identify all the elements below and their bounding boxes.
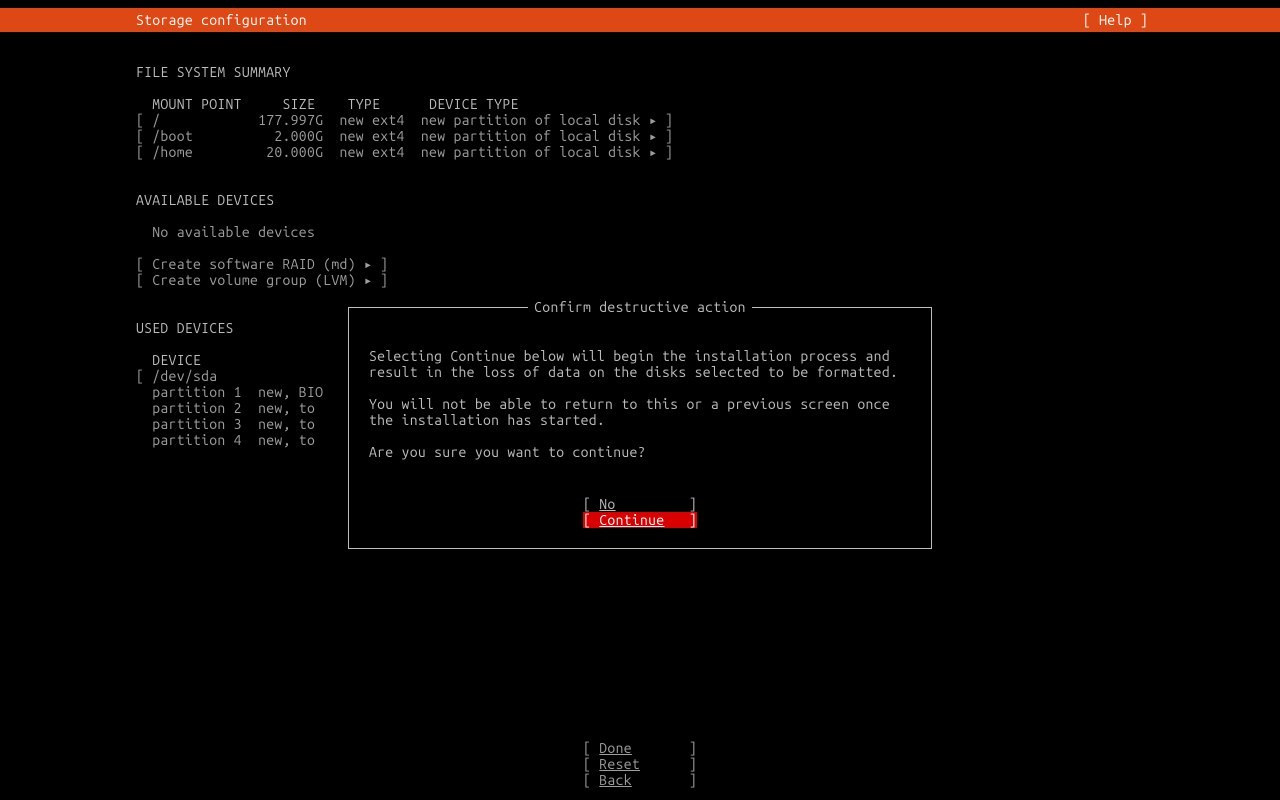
fs-size: 2.000G [274,128,323,144]
dialog-actions: [ No ] [ Continue ] [349,496,931,548]
file-system-summary-heading: FILE SYSTEM SUMMARY [136,64,291,80]
fs-type: new ext4 [340,112,405,128]
page-title: Storage configuration [0,8,307,32]
dialog-text-1: Selecting Continue below will begin the … [369,348,898,380]
back-button[interactable]: [ Back ] [0,772,1280,788]
fs-device: new partition of local disk [421,128,641,144]
continue-button[interactable]: [ Continue ] [349,512,931,528]
col-type: TYPE [348,96,381,112]
col-size: SIZE [283,96,316,112]
fs-row[interactable]: [ / 177.997G new ext4 new partition of l… [136,112,673,128]
used-device-name: /dev/sda [152,368,217,384]
dialog-title: Confirm destructive action [528,299,752,315]
chevron-right-icon: ▸ [364,272,372,288]
footer-actions: [ Done ] [ Reset ] [ Back ] [0,740,1280,788]
used-partition-row[interactable]: partition 3 new, to [152,416,315,432]
no-available-devices: No available devices [152,224,315,240]
no-button-label: No [599,496,615,512]
chevron-right-icon: ▸ [649,144,657,160]
installer-screen: Storage configuration [ Help ] FILE SYST… [0,0,1280,800]
dialog-title-wrap: Confirm destructive action [349,299,931,315]
help-button[interactable]: [ Help ] [1083,8,1280,32]
fs-type: new ext4 [340,128,405,144]
dialog-text-3: Are you sure you want to continue? [369,444,646,460]
reset-button[interactable]: [ Reset ] [0,756,1280,772]
col-device: DEVICE TYPE [429,96,519,112]
dialog-body: Selecting Continue below will begin the … [349,308,931,496]
fs-mount: /boot [152,128,193,144]
continue-button-label: Continue [599,512,664,528]
used-devices-heading: USED DEVICES [136,320,234,336]
done-button-label: Done [599,740,632,756]
done-button[interactable]: [ Done ] [0,740,1280,756]
fs-row[interactable]: [ /home 20.000G new ext4 new partition o… [136,144,673,160]
create-lvm-button[interactable]: [ Create volume group (LVM) ▸ ] [136,272,388,288]
used-partition-row[interactable]: partition 2 new, to [152,400,315,416]
dialog-text-2: You will not be able to return to this o… [369,396,898,428]
fs-size: 20.000G [266,144,323,160]
back-button-label: Back [599,772,632,788]
col-mount: MOUNT POINT [152,96,242,112]
col-device-used: DEVICE [152,352,201,368]
create-raid-button[interactable]: [ Create software RAID (md) ▸ ] [136,256,388,272]
confirm-dialog: Confirm destructive action Selecting Con… [348,307,932,549]
fs-device: new partition of local disk [421,112,641,128]
used-partition-row[interactable]: partition 1 new, BIO [152,384,323,400]
create-lvm-label: Create volume group (LVM) [152,272,356,288]
create-raid-label: Create software RAID (md) [152,256,356,272]
fs-device: new partition of local disk [421,144,641,160]
reset-button-label: Reset [599,756,640,772]
fs-mount: / [152,112,160,128]
no-button[interactable]: [ No ] [349,496,931,512]
fs-row[interactable]: [ /boot 2.000G new ext4 new partition of… [136,128,673,144]
used-device-row[interactable]: [ /dev/sda [136,368,217,384]
title-bar: Storage configuration [ Help ] [0,8,1280,32]
available-devices-heading: AVAILABLE DEVICES [136,192,274,208]
fs-type: new ext4 [340,144,405,160]
used-partition-row[interactable]: partition 4 new, to [152,432,315,448]
chevron-right-icon: ▸ [649,128,657,144]
top-black-bar [0,0,1280,8]
chevron-right-icon: ▸ [649,112,657,128]
fs-size: 177.997G [258,112,323,128]
fs-mount: /home [152,144,193,160]
chevron-right-icon: ▸ [364,256,372,272]
